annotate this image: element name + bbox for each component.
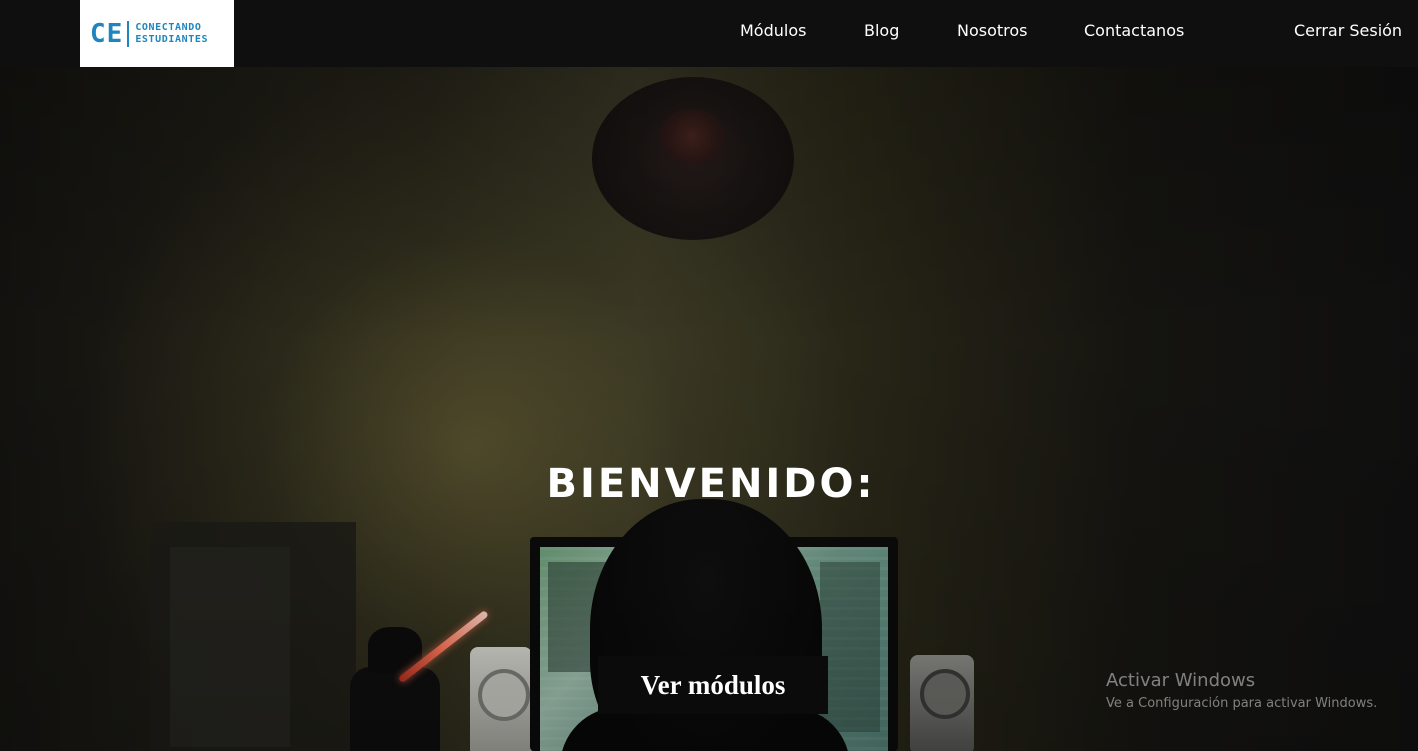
logo-line-1: CONECTANDO [135, 21, 202, 33]
hero-overlay [0, 67, 1418, 751]
windows-activation-watermark: Activar Windows Ve a Configuración para … [1106, 670, 1377, 713]
logo-line-2: ESTUDIANTES [135, 33, 209, 45]
watermark-title: Activar Windows [1106, 670, 1256, 691]
brand-logo[interactable]: CE CONECTANDO ESTUDIANTES [80, 0, 234, 67]
logo-mark: CE [90, 18, 124, 49]
hero-title: BIENVENIDO: [546, 461, 876, 507]
hero-section: BIENVENIDO: Ver módulos [0, 67, 1418, 751]
nav-link-contactanos[interactable]: Contactanos [1084, 21, 1184, 41]
watermark-subtitle: Ve a Configuración para activar Windows. [1106, 696, 1378, 711]
ver-modulos-button[interactable]: Ver módulos [598, 656, 828, 714]
logout-link[interactable]: Cerrar Sesión [1294, 21, 1402, 41]
logo-text: CONECTANDO ESTUDIANTES [135, 22, 208, 46]
nav-link-blog[interactable]: Blog [864, 21, 899, 41]
nav-link-nosotros[interactable]: Nosotros [957, 21, 1028, 41]
logo-divider [127, 20, 130, 47]
nav-link-modulos[interactable]: Módulos [740, 21, 806, 41]
navbar: CE CONECTANDO ESTUDIANTES Módulos Blog N… [0, 0, 1418, 67]
